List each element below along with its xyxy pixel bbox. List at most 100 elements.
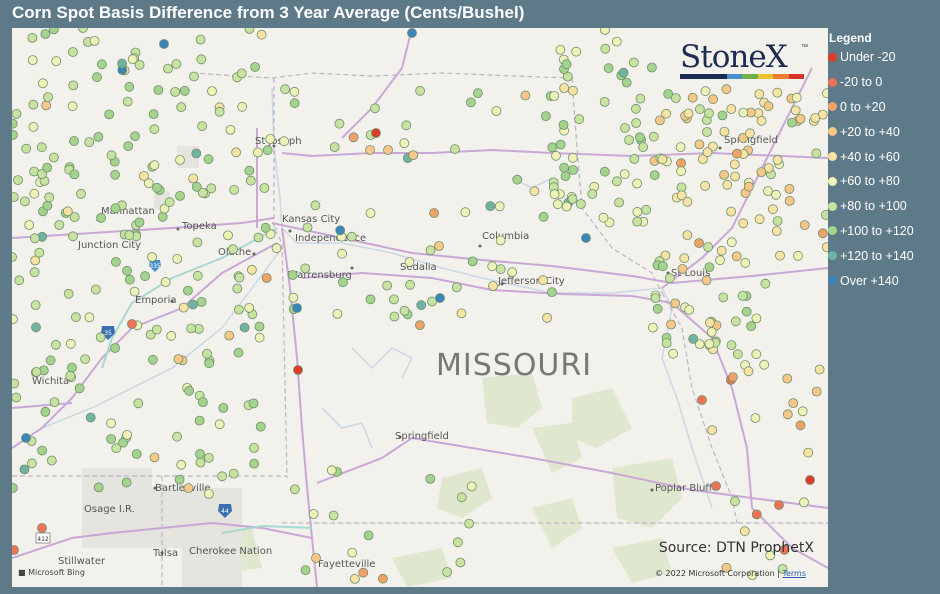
basis-point[interactable] [657, 154, 668, 165]
basis-point[interactable] [581, 233, 591, 243]
basis-point[interactable] [404, 257, 415, 267]
basis-point[interactable] [472, 88, 483, 98]
basis-point[interactable] [152, 182, 162, 193]
basis-point[interactable] [67, 362, 77, 373]
basis-point[interactable] [774, 500, 784, 510]
basis-point[interactable] [76, 188, 86, 199]
basis-point[interactable] [415, 85, 426, 96]
basis-point[interactable] [549, 91, 560, 101]
basis-point[interactable] [614, 197, 624, 208]
basis-point[interactable] [666, 319, 676, 330]
basis-point[interactable] [71, 312, 81, 323]
basis-point[interactable] [95, 332, 106, 343]
basis-point[interactable] [42, 162, 52, 173]
basis-point[interactable] [310, 200, 321, 211]
basis-point[interactable] [93, 132, 104, 142]
basis-point[interactable] [130, 131, 140, 141]
basis-point[interactable] [234, 272, 245, 283]
basis-point[interactable] [40, 406, 51, 417]
basis-point[interactable] [225, 125, 236, 135]
basis-point[interactable] [632, 206, 643, 217]
basis-point[interactable] [641, 204, 651, 215]
basis-point[interactable] [175, 155, 185, 165]
basis-point[interactable] [271, 243, 282, 254]
basis-point[interactable] [624, 135, 634, 145]
basis-point[interactable] [455, 557, 466, 568]
basis-point[interactable] [131, 449, 142, 459]
basis-point[interactable] [466, 481, 477, 492]
basis-point[interactable] [803, 447, 814, 458]
basis-point[interactable] [495, 264, 506, 275]
basis-point[interactable] [195, 457, 206, 468]
basis-point[interactable] [124, 230, 135, 241]
basis-point[interactable] [12, 483, 18, 493]
basis-point[interactable] [683, 108, 694, 119]
basis-point[interactable] [452, 537, 463, 548]
basis-point[interactable] [741, 306, 752, 317]
basis-point[interactable] [12, 252, 17, 262]
basis-point[interactable] [704, 262, 715, 273]
basis-point[interactable] [730, 171, 740, 182]
basis-point[interactable] [229, 184, 240, 195]
basis-point[interactable] [487, 261, 498, 272]
basis-point[interactable] [244, 165, 255, 176]
basis-point[interactable] [337, 277, 348, 288]
basis-point[interactable] [449, 144, 460, 154]
basis-point[interactable] [147, 354, 158, 365]
basis-point[interactable] [600, 28, 610, 35]
basis-point[interactable] [28, 122, 39, 132]
basis-point[interactable] [84, 137, 95, 147]
basis-point[interactable] [529, 186, 540, 197]
basis-point[interactable] [138, 171, 149, 181]
basis-point[interactable] [704, 108, 714, 119]
basis-point[interactable] [78, 28, 88, 33]
basis-point[interactable] [249, 458, 260, 469]
basis-point[interactable] [603, 63, 614, 74]
basis-point[interactable] [726, 206, 736, 217]
basis-point[interactable] [799, 220, 810, 231]
basis-point[interactable] [41, 100, 52, 111]
basis-point[interactable] [171, 59, 182, 69]
basis-point[interactable] [818, 228, 828, 239]
basis-point[interactable] [704, 338, 715, 349]
basis-point[interactable] [383, 145, 393, 155]
basis-point[interactable] [559, 162, 569, 173]
basis-point[interactable] [63, 288, 74, 299]
basis-point[interactable] [348, 132, 359, 143]
basis-point[interactable] [279, 136, 290, 147]
basis-point[interactable] [203, 488, 214, 499]
basis-point[interactable] [732, 148, 742, 159]
basis-point[interactable] [186, 323, 197, 334]
basis-point[interactable] [195, 449, 205, 459]
basis-point[interactable] [811, 386, 822, 397]
basis-point[interactable] [451, 282, 462, 293]
basis-point[interactable] [237, 101, 248, 112]
basis-point[interactable] [68, 231, 78, 242]
basis-point[interactable] [49, 152, 59, 163]
basis-point[interactable] [127, 54, 138, 65]
basis-point[interactable] [300, 263, 311, 274]
basis-point[interactable] [192, 270, 203, 281]
basis-point[interactable] [183, 483, 194, 494]
basis-point[interactable] [718, 292, 729, 303]
basis-point[interactable] [731, 251, 742, 262]
basis-point[interactable] [253, 232, 264, 243]
basis-point[interactable] [485, 201, 496, 212]
basis-point[interactable] [729, 159, 740, 170]
basis-point[interactable] [670, 93, 681, 103]
basis-point[interactable] [442, 567, 453, 577]
basis-point[interactable] [414, 320, 425, 331]
basis-point[interactable] [456, 492, 467, 503]
basis-point[interactable] [44, 192, 55, 203]
basis-point[interactable] [191, 148, 202, 159]
basis-point[interactable] [37, 78, 48, 89]
basis-point[interactable] [638, 142, 648, 152]
basis-point[interactable] [179, 85, 190, 96]
basis-point[interactable] [12, 118, 18, 129]
basis-point[interactable] [538, 211, 549, 222]
basis-point[interactable] [738, 107, 749, 118]
basis-point[interactable] [29, 233, 40, 244]
basis-point[interactable] [576, 199, 586, 209]
basis-point[interactable] [429, 208, 439, 218]
basis-point[interactable] [188, 173, 199, 184]
